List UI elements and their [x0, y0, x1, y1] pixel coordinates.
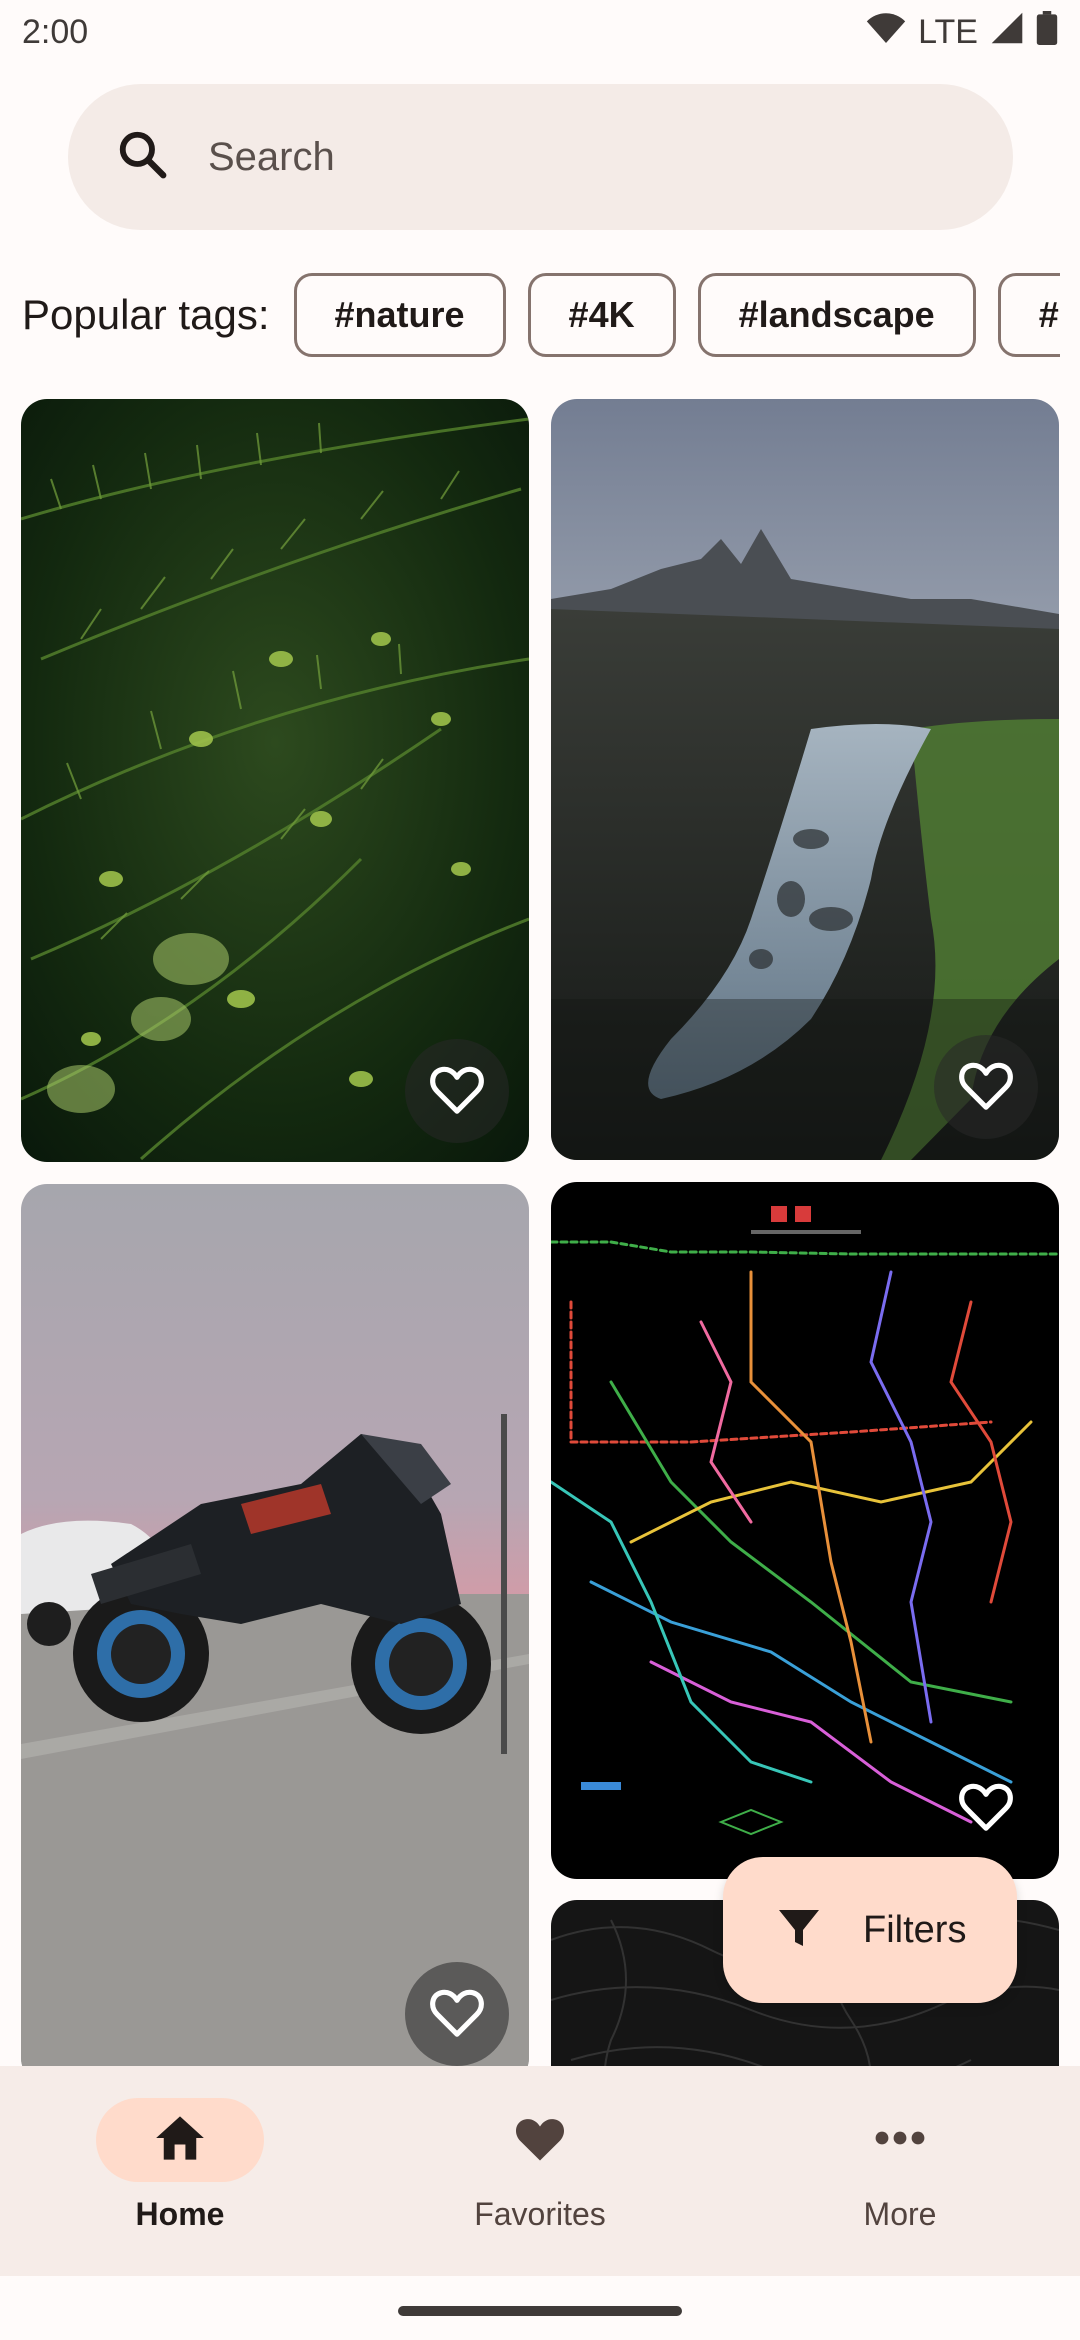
nav-icon-holder — [456, 2098, 624, 2182]
search-input[interactable] — [208, 134, 968, 180]
filter-funnel-icon — [775, 1904, 823, 1957]
favorite-toggle[interactable] — [405, 1039, 509, 1143]
more-horiz-icon — [874, 2130, 926, 2151]
wallpaper-card-mountain[interactable] — [551, 399, 1059, 1160]
bottom-navigation: Home Favorites More — [0, 2066, 1080, 2276]
nav-item-favorites[interactable]: Favorites — [390, 2098, 690, 2233]
filters-button-label: Filters — [863, 1908, 967, 1951]
heart-outline-icon — [958, 1059, 1014, 1116]
popular-tags-row: Popular tags: #nature #4K #landscape # — [0, 272, 1060, 358]
nav-item-more[interactable]: More — [750, 2098, 1050, 2233]
nav-active-indicator — [96, 2098, 264, 2182]
home-icon — [154, 2114, 206, 2167]
nav-label-more: More — [863, 2196, 937, 2232]
favorite-toggle[interactable] — [405, 1962, 509, 2066]
search-icon — [116, 128, 170, 187]
tag-chip-4k[interactable]: #4K — [527, 273, 676, 357]
nav-icon-holder — [816, 2098, 984, 2182]
wallpaper-card-pine[interactable] — [21, 399, 529, 1162]
heart-outline-icon — [429, 1063, 485, 1120]
tag-chip-nature[interactable]: #nature — [293, 273, 506, 357]
nav-label-home: Home — [135, 2196, 225, 2232]
favorite-toggle[interactable] — [934, 1756, 1038, 1860]
tag-chip-landscape[interactable]: #landscape — [697, 273, 976, 357]
heart-icon — [513, 2113, 567, 2168]
filters-button[interactable]: Filters — [723, 1857, 1017, 2003]
nav-label-favorites: Favorites — [474, 2196, 606, 2232]
popular-tags-label: Popular tags: — [22, 291, 270, 338]
favorite-toggle[interactable] — [934, 1035, 1038, 1139]
wallpaper-card-metro-map[interactable] — [551, 1182, 1059, 1879]
heart-outline-icon — [429, 1986, 485, 2043]
nav-item-home[interactable]: Home — [30, 2098, 330, 2233]
wallpaper-card-motorcycle[interactable] — [21, 1184, 529, 2066]
gesture-area — [0, 2276, 1080, 2340]
tag-chip-partial[interactable]: # — [997, 273, 1060, 357]
gesture-handle[interactable] — [398, 2306, 682, 2316]
search-bar[interactable] — [68, 84, 1013, 230]
heart-outline-icon — [958, 1780, 1014, 1837]
wallpaper-image — [21, 1184, 529, 2066]
